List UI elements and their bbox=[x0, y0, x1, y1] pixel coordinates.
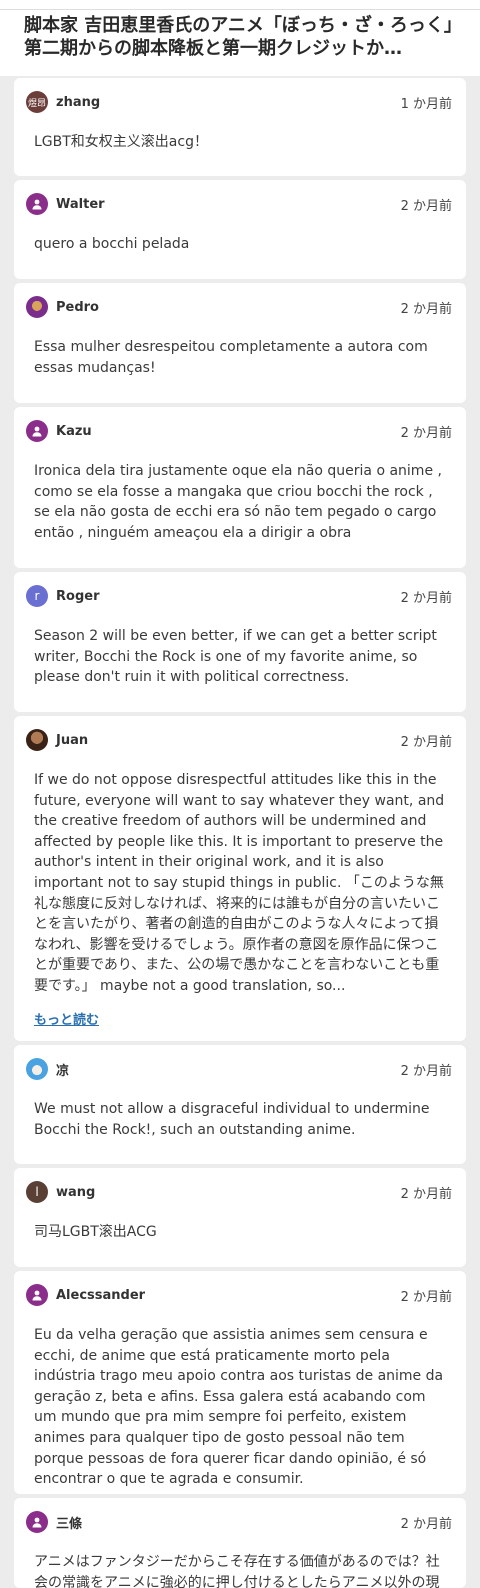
comment-author[interactable]: 煜昂 zhang bbox=[26, 91, 100, 113]
user-icon[interactable] bbox=[26, 1284, 48, 1306]
comment-text: Ironica dela tira justamente oque ela nã… bbox=[34, 463, 442, 541]
avatar[interactable]: l bbox=[26, 1181, 48, 1203]
author-name[interactable]: zhang bbox=[56, 95, 100, 110]
comment-header: Alecssander 2 か月前 bbox=[26, 1283, 452, 1307]
avatar[interactable] bbox=[26, 296, 48, 318]
top-bar bbox=[0, 0, 480, 10]
comment-card: Juan 2 か月前 If we do not oppose disrespec… bbox=[14, 716, 466, 1041]
author-name[interactable]: Alecssander bbox=[56, 1288, 145, 1303]
comment-author[interactable]: Pedro bbox=[26, 296, 99, 318]
comment-timestamp: 2 か月前 bbox=[400, 1289, 452, 1305]
comment-card: Kazu 2 か月前 Ironica dela tira justamente … bbox=[14, 407, 466, 568]
comment-author[interactable]: r Roger bbox=[26, 585, 99, 607]
article-title: 脚本家 吉田恵里香氏のアニメ「ぼっち・ざ・ろっく」第二期からの脚本降板と第一期ク… bbox=[24, 15, 453, 59]
comment-timestamp: 2 か月前 bbox=[400, 425, 452, 441]
comment-header: 凉 2 か月前 bbox=[26, 1057, 452, 1081]
comment-text: quero a bocchi pelada bbox=[34, 236, 190, 252]
comment-text: LGBT和女权主义滚出acg！ bbox=[34, 134, 208, 150]
comment-header: l wang 2 か月前 bbox=[26, 1180, 452, 1204]
user-icon[interactable] bbox=[26, 193, 48, 215]
comment-text: Essa mulher desrespeitou completamente a… bbox=[34, 339, 428, 376]
comment-author[interactable]: l wang bbox=[26, 1181, 95, 1203]
comment-header: 煜昂 zhang 1 か月前 bbox=[26, 90, 452, 114]
comment-timestamp: 2 か月前 bbox=[400, 1516, 452, 1532]
comment-author[interactable]: Juan bbox=[26, 729, 88, 751]
avatar[interactable] bbox=[26, 729, 48, 751]
comment-header: 三條 2 か月前 bbox=[26, 1510, 452, 1534]
author-name[interactable]: Walter bbox=[56, 197, 105, 212]
comment-header: Pedro 2 か月前 bbox=[26, 295, 452, 319]
comment-author[interactable]: 三條 bbox=[26, 1511, 82, 1533]
comment-header: r Roger 2 か月前 bbox=[26, 584, 452, 608]
avatar[interactable]: r bbox=[26, 585, 48, 607]
user-icon[interactable] bbox=[26, 1511, 48, 1533]
comment-feed: 煜昂 zhang 1 か月前 LGBT和女权主义滚出acg！ Walter 2 … bbox=[0, 76, 480, 1588]
comment-header: Juan 2 か月前 bbox=[26, 728, 452, 752]
comment-timestamp: 2 か月前 bbox=[400, 734, 452, 750]
comment-text: 司马LGBT滚出ACG bbox=[34, 1224, 157, 1240]
comment-author[interactable]: Kazu bbox=[26, 420, 92, 442]
author-name[interactable]: Kazu bbox=[56, 424, 92, 439]
comment-card: r Roger 2 か月前 Season 2 will be even bett… bbox=[14, 572, 466, 712]
author-name[interactable]: Pedro bbox=[56, 300, 99, 315]
author-name[interactable]: 凉 bbox=[56, 1060, 69, 1079]
comment-card: Pedro 2 か月前 Essa mulher desrespeitou com… bbox=[14, 283, 466, 403]
comment-text: Season 2 will be even better, if we can … bbox=[34, 628, 437, 686]
comment-timestamp: 2 か月前 bbox=[400, 590, 452, 606]
comment-timestamp: 2 か月前 bbox=[400, 1063, 452, 1079]
author-name[interactable]: wang bbox=[56, 1185, 95, 1200]
comment-author[interactable]: 凉 bbox=[26, 1058, 69, 1080]
comment-author[interactable]: Alecssander bbox=[26, 1284, 145, 1306]
comment-card: Alecssander 2 か月前 Eu da velha geração qu… bbox=[14, 1271, 466, 1494]
comment-timestamp: 2 か月前 bbox=[400, 1186, 452, 1202]
author-name[interactable]: 三條 bbox=[56, 1513, 82, 1532]
comment-timestamp: 1 か月前 bbox=[400, 96, 452, 112]
user-icon[interactable] bbox=[26, 420, 48, 442]
comment-text: If we do not oppose disrespectful attitu… bbox=[34, 772, 445, 994]
comment-timestamp: 2 か月前 bbox=[400, 198, 452, 214]
author-name[interactable]: Roger bbox=[56, 589, 99, 604]
comment-card: Walter 2 か月前 quero a bocchi pelada bbox=[14, 180, 466, 279]
avatar[interactable]: 煜昂 bbox=[26, 91, 48, 113]
page-header: 脚本家 吉田恵里香氏のアニメ「ぼっち・ざ・ろっく」第二期からの脚本降板と第一期ク… bbox=[0, 10, 480, 76]
comment-timestamp: 2 か月前 bbox=[400, 301, 452, 317]
read-more-link[interactable]: もっと読む bbox=[34, 1009, 99, 1028]
comment-author[interactable]: Walter bbox=[26, 193, 105, 215]
comment-header: Walter 2 か月前 bbox=[26, 192, 452, 216]
comment-card: 凉 2 か月前 We must not allow a disgraceful … bbox=[14, 1045, 466, 1164]
comment-card: 煜昂 zhang 1 か月前 LGBT和女权主义滚出acg！ bbox=[14, 78, 466, 176]
author-name[interactable]: Juan bbox=[56, 733, 88, 748]
comment-card: l wang 2 か月前 司马LGBT滚出ACG bbox=[14, 1168, 466, 1267]
comment-header: Kazu 2 か月前 bbox=[26, 419, 452, 443]
comment-text: Eu da velha geração que assistia animes … bbox=[34, 1327, 444, 1488]
avatar[interactable] bbox=[26, 1058, 48, 1080]
comment-card: 三條 2 か月前 アニメはファンタジーだからこそ存在する価値があるのでは？社会の… bbox=[14, 1498, 466, 1588]
comment-text: We must not allow a disgraceful individu… bbox=[34, 1101, 430, 1138]
